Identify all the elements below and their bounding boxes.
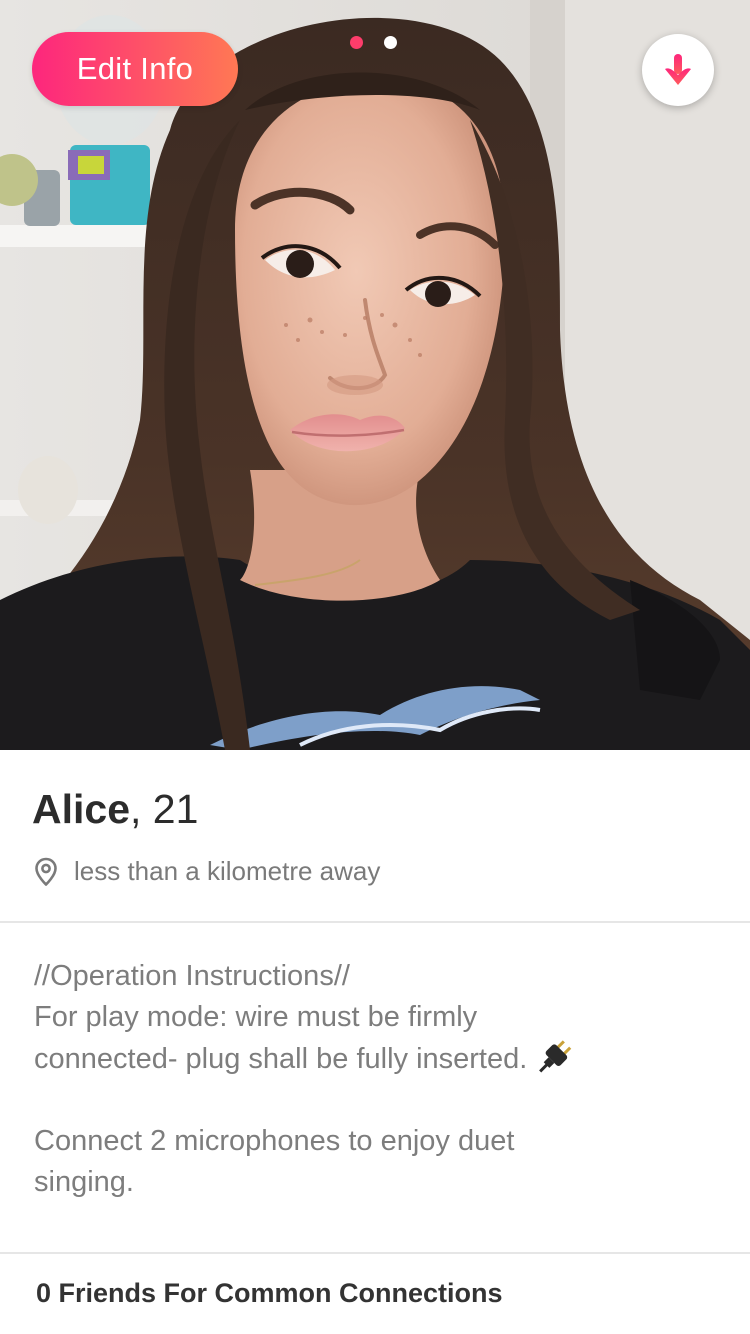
profile-distance: less than a kilometre away [34, 856, 380, 887]
bio-line: For play mode: wire must be firmly [34, 1001, 478, 1033]
divider [0, 921, 750, 923]
profile-age: , 21 [130, 786, 199, 832]
bio-paragraph-gap [34, 1080, 724, 1121]
edit-info-button[interactable]: Edit Info [32, 32, 238, 106]
location-pin-icon [35, 857, 57, 886]
bio-line: Connect 2 microphones to enjoy duet [34, 1125, 515, 1157]
profile-name: Alice [32, 786, 130, 832]
profile-photo[interactable]: Edit Info [0, 0, 750, 750]
photo-dot-1[interactable] [350, 36, 363, 49]
divider [0, 1252, 750, 1254]
profile-name-age: Alice, 21 [32, 786, 198, 833]
bio-line: //Operation Instructions// [34, 960, 350, 992]
common-connections-heading: 0 Friends For Common Connections [36, 1278, 503, 1308]
profile-photo-illustration [0, 0, 750, 750]
photo-dot-2[interactable] [384, 36, 397, 49]
profile-bio: //Operation Instructions// For play mode… [34, 956, 724, 1203]
photo-page-indicator [350, 36, 397, 49]
bio-line: singing. [34, 1166, 134, 1198]
collapse-profile-button[interactable] [642, 34, 714, 106]
profile-screen: Edit Info Alice, 21 less than a kilometr… [0, 0, 750, 1334]
distance-text: less than a kilometre away [74, 856, 381, 886]
bio-line: connected- plug shall be fully inserted. [34, 1038, 724, 1080]
bio-line-text: connected- plug shall be fully inserted. [34, 1043, 528, 1075]
arrow-down-icon [665, 54, 691, 85]
electric-plug-emoji [539, 1040, 572, 1073]
